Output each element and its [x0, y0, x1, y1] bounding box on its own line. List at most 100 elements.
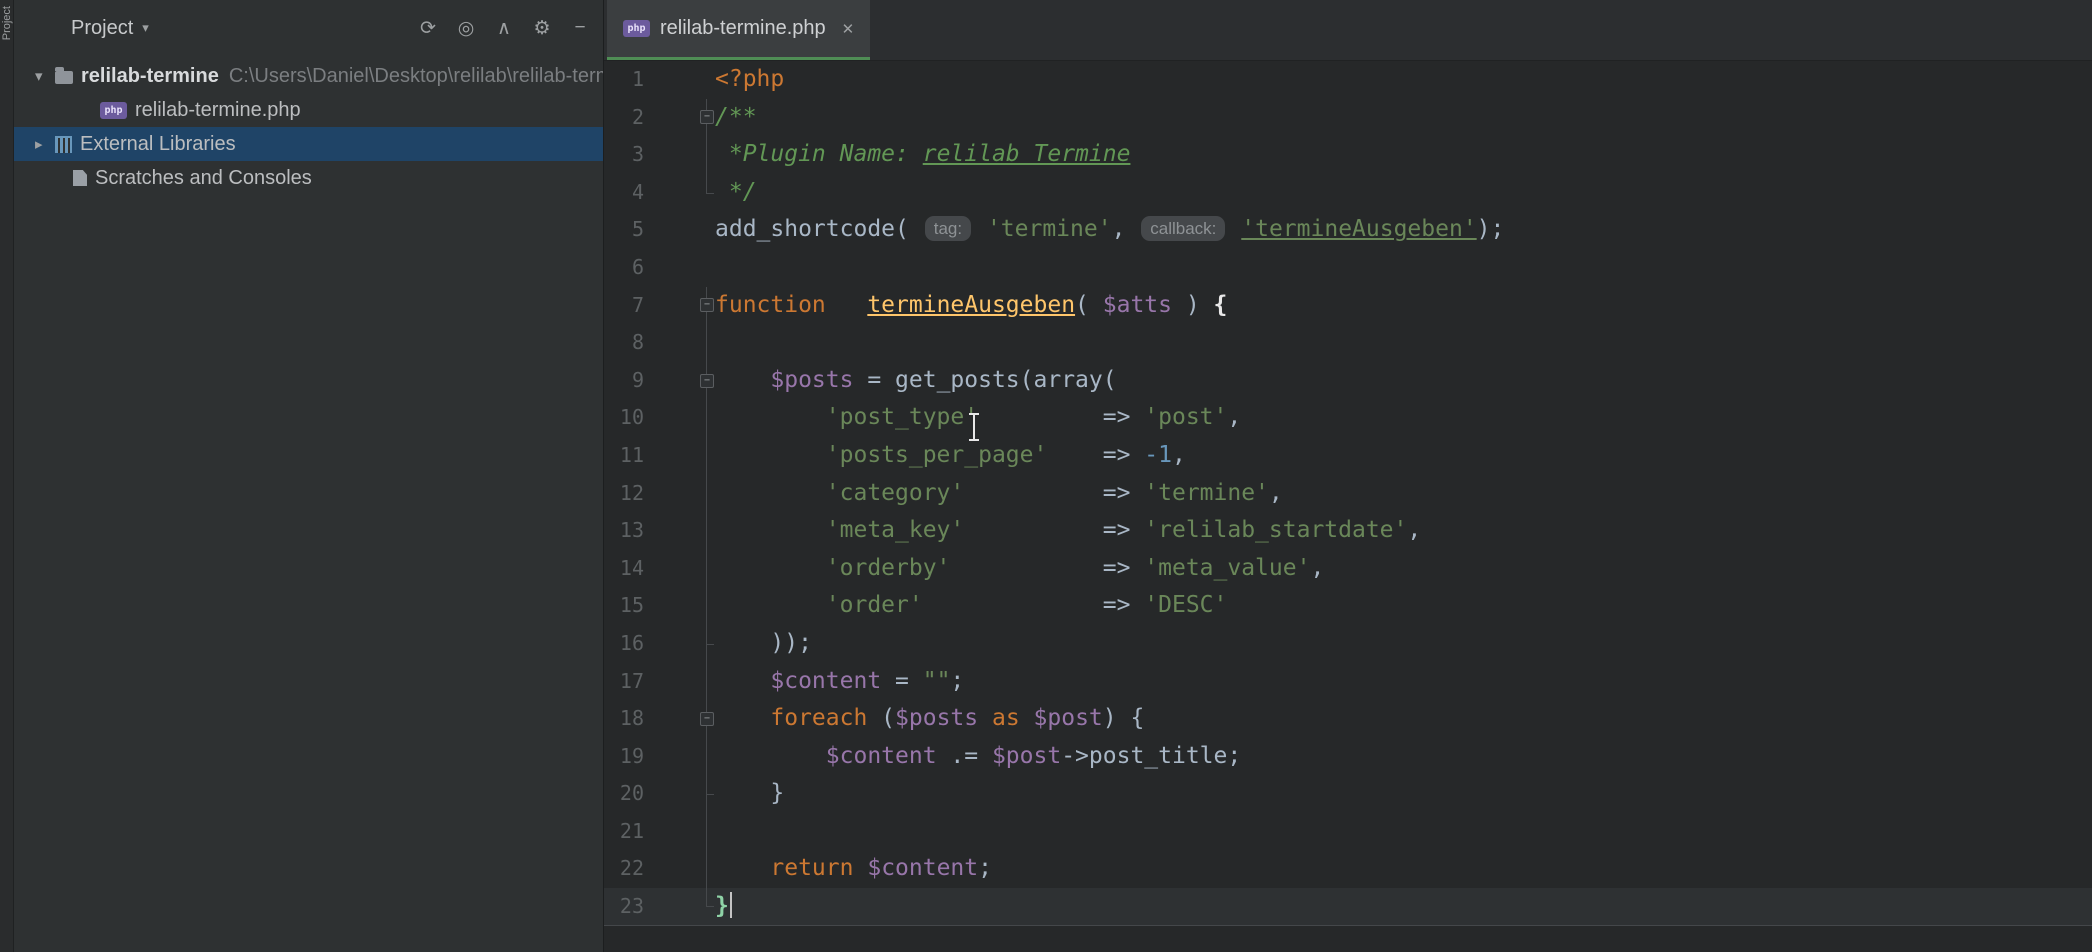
- code-line[interactable]: 21: [604, 813, 2092, 851]
- code-line[interactable]: 1 <?php: [604, 61, 2092, 99]
- project-panel-header: Project ▾ ⟳◎∧⚙−: [13, 0, 603, 56]
- line-number: 10: [604, 399, 644, 437]
- code-text: 'meta_key' => 'relilab_startdate',: [715, 512, 2092, 550]
- fold-marker[interactable]: [644, 61, 715, 99]
- code-text: function termineAusgeben( $atts ) {: [715, 287, 2092, 325]
- tree-row[interactable]: ▾ relilab-termine C:\Users\Daniel\Deskto…: [13, 59, 603, 93]
- tree-row[interactable]: Scratches and Consoles: [13, 161, 603, 195]
- tree-row[interactable]: ▸ External Libraries: [13, 127, 603, 161]
- code-line[interactable]: 4 */: [604, 174, 2092, 212]
- tree-item-label: relilab-termine: [81, 65, 219, 88]
- fold-marker[interactable]: [644, 475, 715, 513]
- fold-marker[interactable]: [644, 512, 715, 550]
- editor-tab-label: relilab-termine.php: [660, 17, 826, 40]
- code-line[interactable]: 6: [604, 249, 2092, 287]
- code-line[interactable]: 14 'orderby' => 'meta_value',: [604, 550, 2092, 588]
- line-number: 2: [604, 99, 644, 137]
- code-line[interactable]: 17 $content = "";: [604, 663, 2092, 701]
- code-line[interactable]: 12 'category' => 'termine',: [604, 475, 2092, 513]
- code-line[interactable]: 16 ));: [604, 625, 2092, 663]
- sync-icon[interactable]: ⟳: [411, 11, 445, 45]
- line-number: 16: [604, 625, 644, 663]
- hide-panel-icon[interactable]: −: [563, 11, 597, 45]
- line-number: 12: [604, 475, 644, 513]
- code-line[interactable]: 13 'meta_key' => 'relilab_startdate',: [604, 512, 2092, 550]
- code-line[interactable]: 11 'posts_per_page' => -1,: [604, 437, 2092, 475]
- chevron-right-icon[interactable]: ▸: [35, 135, 55, 153]
- close-tab-icon[interactable]: ✕: [842, 20, 855, 38]
- code-line[interactable]: 18 foreach ($posts as $post) {: [604, 700, 2092, 738]
- code-text: ));: [715, 625, 2092, 663]
- fold-marker[interactable]: [644, 850, 715, 888]
- line-number: 15: [604, 587, 644, 625]
- code-line[interactable]: 3 *Plugin Name: relilab Termine: [604, 136, 2092, 174]
- fold-marker[interactable]: [644, 211, 715, 249]
- fold-marker[interactable]: [644, 287, 715, 325]
- fold-marker[interactable]: [644, 99, 715, 137]
- collapse-all-icon[interactable]: ∧: [487, 11, 521, 45]
- code-line[interactable]: 22 return $content;: [604, 850, 2092, 888]
- code-editor[interactable]: 1 <?php 2 /** 3 *Plugin Name: relilab Te…: [604, 61, 2092, 926]
- fold-marker[interactable]: [644, 888, 715, 925]
- chevron-down-icon[interactable]: ▾: [35, 67, 55, 85]
- code-line[interactable]: 10 'post_type' => 'post',: [604, 399, 2092, 437]
- line-number: 3: [604, 136, 644, 174]
- fold-marker[interactable]: [644, 775, 715, 813]
- line-number: 18: [604, 700, 644, 738]
- code-line[interactable]: 19 $content .= $post->post_title;: [604, 738, 2092, 776]
- code-line[interactable]: 23 }: [604, 888, 2092, 926]
- code-text: [715, 813, 2092, 851]
- scratches-icon: [73, 170, 87, 186]
- fold-marker[interactable]: [644, 249, 715, 287]
- project-panel-title[interactable]: Project ▾: [71, 17, 149, 40]
- fold-marker[interactable]: [644, 625, 715, 663]
- tree-row[interactable]: php relilab-termine.php: [13, 93, 603, 127]
- code-text: 'category' => 'termine',: [715, 475, 2092, 513]
- line-number: 23: [604, 888, 644, 925]
- locate-file-icon[interactable]: ◎: [449, 11, 483, 45]
- line-number: 14: [604, 550, 644, 588]
- text-caret: [730, 892, 732, 918]
- project-panel-toolbar: ⟳◎∧⚙−: [411, 11, 597, 45]
- code-line[interactable]: 20 }: [604, 775, 2092, 813]
- code-line[interactable]: 2 /**: [604, 99, 2092, 137]
- fold-marker[interactable]: [644, 136, 715, 174]
- settings-icon[interactable]: ⚙: [525, 11, 559, 45]
- fold-marker[interactable]: [644, 324, 715, 362]
- code-text: 'posts_per_page' => -1,: [715, 437, 2092, 475]
- folder-icon: [55, 71, 73, 84]
- fold-marker[interactable]: [644, 738, 715, 776]
- line-number: 5: [604, 211, 644, 249]
- code-text: }: [715, 888, 2092, 925]
- left-toolwindow-stripe: Project: [0, 0, 14, 952]
- code-text: 'post_type' => 'post',: [715, 399, 2092, 437]
- fold-marker[interactable]: [644, 813, 715, 851]
- tree-item-label: relilab-termine.php: [135, 99, 301, 122]
- fold-marker[interactable]: [644, 437, 715, 475]
- php-file-icon: php: [623, 20, 650, 37]
- code-text: */: [715, 174, 2092, 212]
- code-line[interactable]: 8: [604, 324, 2092, 362]
- php-file-icon: php: [100, 102, 127, 119]
- tree-item-label: Scratches and Consoles: [95, 167, 312, 190]
- fold-marker[interactable]: [644, 362, 715, 400]
- fold-marker[interactable]: [644, 700, 715, 738]
- fold-marker[interactable]: [644, 663, 715, 701]
- code-line[interactable]: 5 add_shortcode( tag: 'termine', callbac…: [604, 211, 2092, 249]
- line-number: 20: [604, 775, 644, 813]
- project-tree: ▾ relilab-termine C:\Users\Daniel\Deskto…: [13, 56, 603, 195]
- fold-marker[interactable]: [644, 550, 715, 588]
- toolwindow-stripe-label[interactable]: Project: [1, 6, 13, 40]
- fold-marker[interactable]: [644, 174, 715, 212]
- code-text: [715, 324, 2092, 362]
- code-line[interactable]: 9 $posts = get_posts(array(: [604, 362, 2092, 400]
- editor-tab[interactable]: php relilab-termine.php ✕: [607, 0, 870, 60]
- line-number: 6: [604, 249, 644, 287]
- code-line[interactable]: 15 'order' => 'DESC': [604, 587, 2092, 625]
- line-number: 11: [604, 437, 644, 475]
- code-line[interactable]: 7 function termineAusgeben( $atts ) {: [604, 287, 2092, 325]
- fold-marker[interactable]: [644, 587, 715, 625]
- fold-marker[interactable]: [644, 399, 715, 437]
- line-number: 1: [604, 61, 644, 99]
- code-text: $content .= $post->post_title;: [715, 738, 2092, 776]
